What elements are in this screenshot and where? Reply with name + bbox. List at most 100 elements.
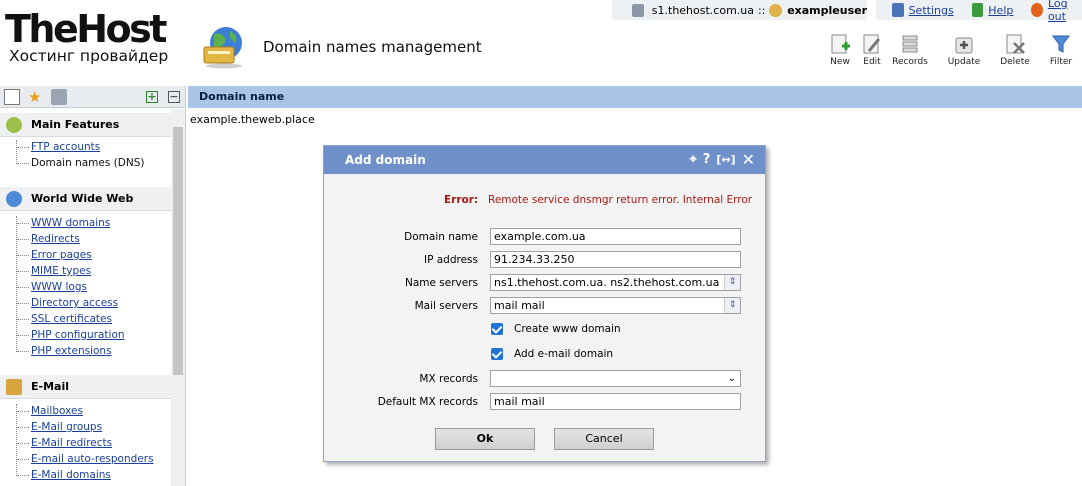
sidebar-item-php-configuration[interactable]: PHP configuration: [31, 327, 125, 343]
chevron-down-icon[interactable]: ⌄: [728, 371, 736, 386]
delete-button[interactable]: Delete: [995, 33, 1035, 67]
server-host: s1.thehost.com.ua: [651, 3, 755, 17]
sidebar-item-domain-names[interactable]: Domain names (DNS): [31, 155, 144, 171]
add-email-checkbox[interactable]: [491, 348, 503, 360]
logout-link[interactable]: Log out: [1048, 0, 1082, 23]
table-row[interactable]: example.theweb.place: [190, 113, 315, 126]
add-email-label[interactable]: Add e-mail domain: [514, 348, 613, 360]
list-view-icon[interactable]: [4, 89, 20, 105]
name-servers-spinner-icon[interactable]: ⇕: [724, 275, 740, 290]
ip-address-input[interactable]: 91.234.33.250: [490, 251, 741, 268]
tree-lines: [16, 140, 30, 164]
mail-servers-spinner-icon[interactable]: ⇕: [724, 298, 740, 313]
column-header-domain-name[interactable]: Domain name: [188, 86, 1082, 108]
sidebar-item-email-redirects[interactable]: E-Mail redirects: [31, 435, 154, 451]
mx-records-select[interactable]: ⌄: [490, 370, 741, 387]
help-question-icon[interactable]: ?: [703, 146, 711, 174]
sidebar-scrollbar[interactable]: [171, 109, 185, 486]
help-icon[interactable]: [971, 3, 984, 17]
ok-button[interactable]: Ok: [435, 428, 535, 450]
default-mx-value: mail mail: [494, 395, 545, 408]
section-world-wide-web[interactable]: World Wide Web: [0, 187, 171, 211]
sidebar-item-www-logs[interactable]: WWW logs: [31, 279, 125, 295]
resize-icon[interactable]: [↔]: [716, 146, 735, 174]
delete-label: Delete: [1000, 57, 1030, 67]
ip-address-value: 91.234.33.250: [494, 253, 575, 266]
nav-world-wide-web: WWW domains Redirects Error pages MIME t…: [31, 215, 125, 359]
tree-lines: [16, 216, 30, 352]
records-button[interactable]: Records: [890, 33, 930, 67]
favorites-star-icon[interactable]: ★: [28, 89, 44, 105]
sidebar-item-www-domains[interactable]: WWW domains: [31, 215, 125, 231]
settings-icon[interactable]: [892, 3, 904, 17]
sidebar-item-email-autoresponders[interactable]: E-mail auto-responders: [31, 451, 154, 467]
dialog-controls: ⌖ ? [↔] ✕: [689, 146, 755, 174]
sidebar-header: ★ + −: [0, 86, 185, 108]
globe-icon: [6, 191, 22, 207]
default-mx-input[interactable]: mail mail: [490, 393, 741, 410]
brand-logo[interactable]: TheHost Хостинг провайдер: [5, 10, 190, 65]
sidebar-item-redirects[interactable]: Redirects: [31, 231, 125, 247]
default-mx-label: Default MX records: [377, 396, 478, 408]
section-email[interactable]: E-Mail: [0, 375, 171, 399]
sidebar-item-email-domains[interactable]: E-Mail domains: [31, 467, 154, 483]
mail-servers-value: mail mail: [494, 299, 545, 312]
error-text: Remote service dnsmgr return error. Inte…: [488, 194, 753, 206]
update-icon: [955, 37, 973, 54]
filter-label: Filter: [1049, 57, 1073, 67]
section-main-features[interactable]: Main Features: [0, 113, 171, 137]
collapse-all-icon[interactable]: −: [168, 91, 180, 103]
sidebar-item-error-pages[interactable]: Error pages: [31, 247, 125, 263]
sidebar-item-directory-access[interactable]: Directory access: [31, 295, 125, 311]
mail-icon: [6, 379, 22, 395]
server-icon: [632, 3, 644, 17]
section-title: Main Features: [31, 118, 120, 131]
username: exampleuser: [787, 3, 867, 17]
filter-icon: [1052, 35, 1070, 53]
sidebar-item-php-extensions[interactable]: PHP extensions: [31, 343, 125, 359]
filter-button[interactable]: Filter: [1041, 33, 1081, 67]
records-label: Records: [892, 57, 928, 67]
section-title: E-Mail: [31, 380, 69, 393]
user-icon: [769, 3, 783, 17]
update-button[interactable]: Update: [944, 33, 984, 67]
create-www-checkbox[interactable]: [491, 323, 503, 335]
update-label: Update: [947, 57, 981, 67]
close-icon[interactable]: ✕: [742, 146, 755, 174]
sidebar-item-ftp-accounts[interactable]: FTP accounts: [31, 139, 144, 155]
records-icon: [902, 35, 918, 53]
sidebar-item-ssl-certificates[interactable]: SSL certificates: [31, 311, 125, 327]
toolbar: New Edit Records Update Delete Filter: [820, 33, 1082, 73]
logout-icon[interactable]: [1031, 3, 1043, 17]
logo-text: TheHost: [5, 7, 167, 51]
expand-all-icon[interactable]: +: [146, 91, 158, 103]
edit-label: Edit: [863, 57, 881, 67]
page-title: Domain names management: [263, 38, 482, 56]
sidebar-item-mailboxes[interactable]: Mailboxes: [31, 403, 154, 419]
nav-main-features: FTP accounts Domain names (DNS): [31, 139, 144, 171]
main-features-icon: [6, 117, 22, 133]
edit-icon: [863, 34, 881, 54]
dialog-titlebar[interactable]: Add domain ⌖ ? [↔] ✕: [324, 146, 765, 174]
name-servers-label: Name servers: [404, 277, 478, 289]
create-www-label[interactable]: Create www domain: [514, 323, 621, 335]
help-link[interactable]: Help: [988, 4, 1013, 17]
delete-icon: [1006, 34, 1025, 54]
pin-icon[interactable]: ⌖: [689, 146, 696, 174]
name-servers-input[interactable]: ns1.thehost.com.ua. ns2.thehost.com.ua ⇕: [490, 274, 741, 291]
host-separator: ::: [758, 3, 766, 17]
briefcase-icon[interactable]: [51, 89, 67, 105]
edit-button[interactable]: Edit: [852, 33, 892, 67]
domain-name-input[interactable]: example.com.ua: [490, 228, 741, 245]
cancel-button[interactable]: Cancel: [554, 428, 654, 450]
sidebar-item-mime-types[interactable]: MIME types: [31, 263, 125, 279]
mail-servers-input[interactable]: mail mail ⇕: [490, 297, 741, 314]
section-title: World Wide Web: [31, 192, 134, 205]
mx-records-label: MX records: [419, 373, 478, 385]
nav-email: Mailboxes E-Mail groups E-Mail redirects…: [31, 403, 154, 483]
error-label: Error:: [444, 194, 479, 206]
add-domain-dialog: Add domain ⌖ ? [↔] ✕ Error: Remote servi…: [323, 145, 766, 462]
settings-link[interactable]: Settings: [909, 4, 954, 17]
sidebar-item-email-groups[interactable]: E-Mail groups: [31, 419, 154, 435]
sidebar-scroll-thumb[interactable]: [173, 127, 183, 375]
